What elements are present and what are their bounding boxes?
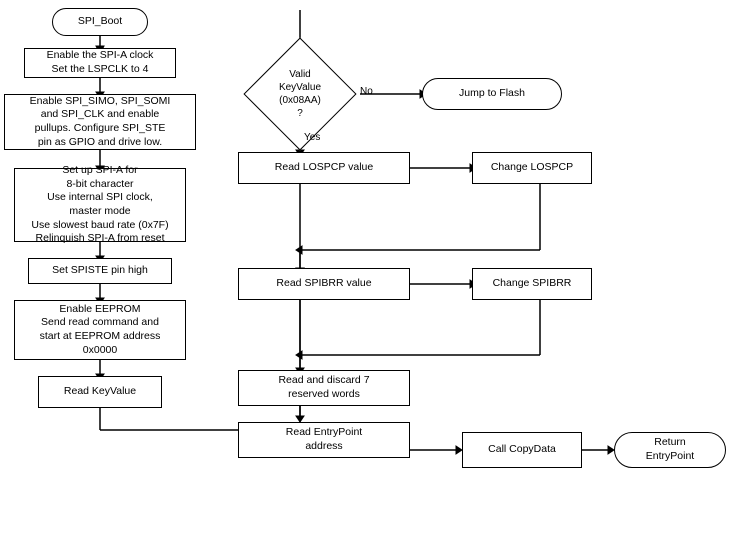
set-spiste-node: Set SPISTE pin high [28, 258, 172, 284]
setup-spi-node: Set up SPI-A for 8-bit character Use int… [14, 168, 186, 242]
spi-boot-label: SPI_Boot [78, 15, 122, 29]
read-keyvalue-label: Read KeyValue [64, 385, 136, 399]
enable-spi-label: Enable SPI_SIMO, SPI_SOMI and SPI_CLK an… [30, 95, 171, 150]
setup-spi-label: Set up SPI-A for 8-bit character Use int… [31, 164, 168, 246]
read-lospcp-node: Read LOSPCP value [238, 152, 410, 184]
enable-eeprom-node: Enable EEPROM Send read command and star… [14, 300, 186, 360]
change-spibrr-node: Change SPIBRR [472, 268, 592, 300]
return-entrypoint-node: Return EntryPoint [614, 432, 726, 468]
valid-keyvalue-label: Valid KeyValue (0x08AA) ? [279, 68, 321, 120]
enable-clock-node: Enable the SPI-A clock Set the LSPCLK to… [24, 48, 176, 78]
read-spibrr-label: Read SPIBRR value [276, 277, 371, 291]
return-entrypoint-label: Return EntryPoint [646, 436, 694, 463]
read-entrypoint-node: Read EntryPoint address [238, 422, 410, 458]
change-lospcp-node: Change LOSPCP [472, 152, 592, 184]
valid-keyvalue-diamond: Valid KeyValue (0x08AA) ? [240, 44, 360, 144]
enable-spi-node: Enable SPI_SIMO, SPI_SOMI and SPI_CLK an… [4, 94, 196, 150]
set-spiste-label: Set SPISTE pin high [52, 264, 148, 278]
read-lospcp-label: Read LOSPCP value [275, 161, 373, 175]
enable-clock-label: Enable the SPI-A clock Set the LSPCLK to… [47, 49, 154, 76]
call-copydata-node: Call CopyData [462, 432, 582, 468]
flowchart: SPI_Boot Enable the SPI-A clock Set the … [0, 0, 743, 556]
read-spibrr-node: Read SPIBRR value [238, 268, 410, 300]
read-keyvalue-node: Read KeyValue [38, 376, 162, 408]
read-discard-node: Read and discard 7 reserved words [238, 370, 410, 406]
jump-to-flash-label: Jump to Flash [459, 87, 525, 101]
read-entrypoint-label: Read EntryPoint address [286, 426, 362, 453]
jump-to-flash-node: Jump to Flash [422, 78, 562, 110]
yes-label: Yes [304, 132, 320, 143]
change-lospcp-label: Change LOSPCP [491, 161, 573, 175]
change-spibrr-label: Change SPIBRR [493, 277, 572, 291]
call-copydata-label: Call CopyData [488, 443, 556, 457]
no-label: No [360, 86, 373, 97]
spi-boot-node: SPI_Boot [52, 8, 148, 36]
read-discard-label: Read and discard 7 reserved words [278, 374, 369, 401]
enable-eeprom-label: Enable EEPROM Send read command and star… [40, 303, 161, 358]
